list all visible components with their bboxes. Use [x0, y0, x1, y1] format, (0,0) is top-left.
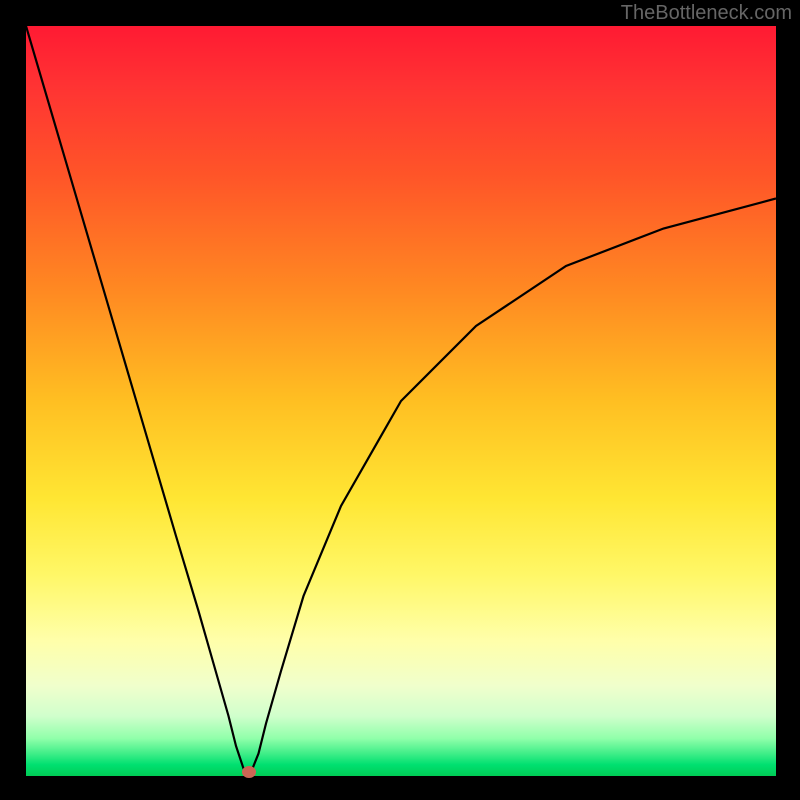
optimum-marker [242, 766, 256, 778]
watermark-text: TheBottleneck.com [621, 2, 792, 25]
plot-area [26, 26, 776, 776]
bottleneck-curve [26, 26, 776, 776]
